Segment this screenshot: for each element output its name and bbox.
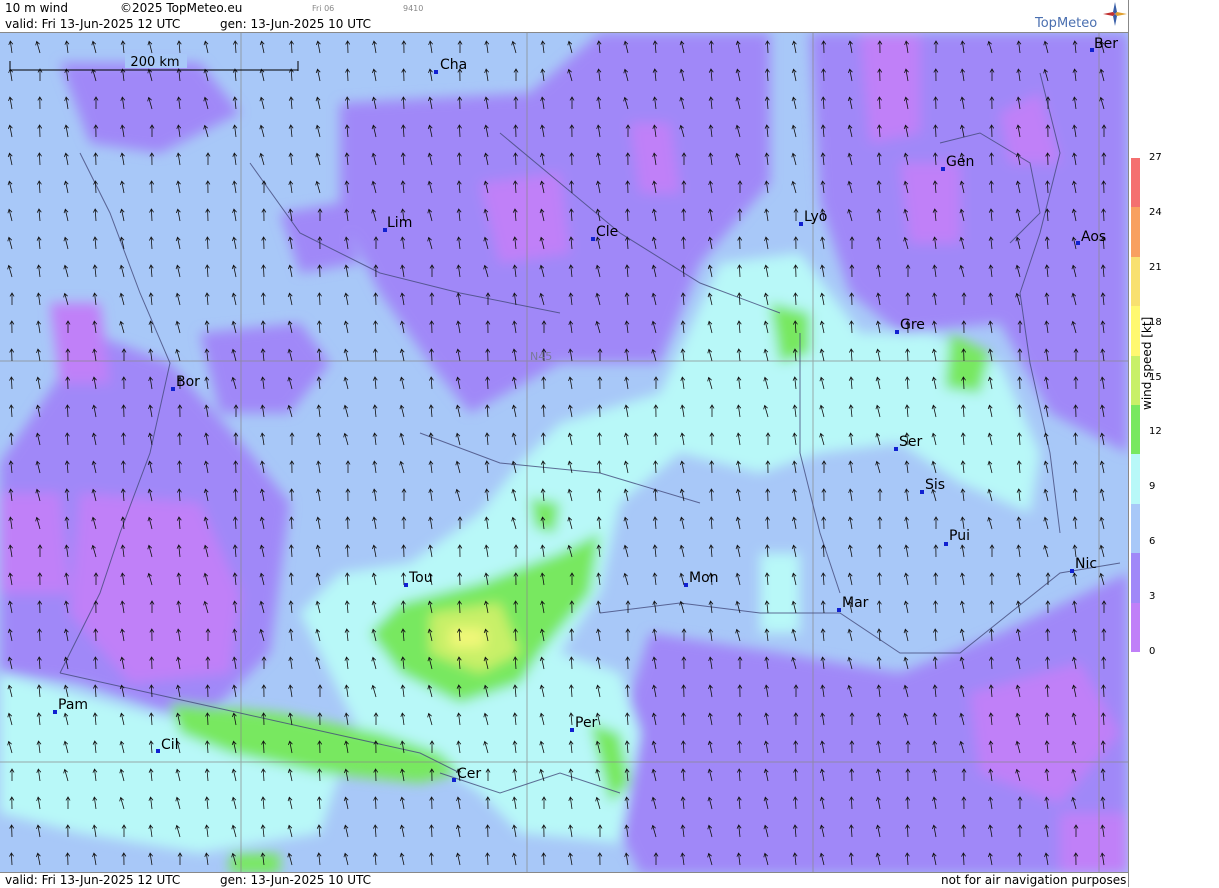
city-label-nic: Nic (1075, 556, 1097, 572)
city-marker (920, 490, 924, 494)
day-label: Fri 06 (312, 4, 335, 13)
city-label-pui: Pui (949, 528, 970, 544)
colorbar-segment (1131, 355, 1140, 405)
city-label-aos: Aos (1081, 229, 1106, 245)
legend-tick-label: 3 (1149, 591, 1156, 603)
legend-tick-label: 27 (1149, 152, 1162, 163)
footer-valid-time: valid: Fri 13-Jun-2025 12 UTC (5, 873, 181, 887)
footer-generation-time: gen: 13-Jun-2025 10 UTC (220, 873, 372, 887)
city-marker (434, 70, 438, 74)
legend-tick-label: 24 (1149, 206, 1162, 218)
city-marker (452, 778, 456, 782)
legend-panel (1128, 0, 1219, 887)
city-label-cha: Cha (440, 57, 467, 73)
city-label-ser: Ser (899, 434, 923, 450)
city-label-cle: Cle (596, 224, 618, 240)
wind-map[interactable]: 200 km N45 Cha Ber Lim Cle Lyo Gen Aos G… (0, 32, 1128, 874)
scale-label: 200 km (130, 55, 179, 70)
city-marker (684, 583, 688, 587)
compass-logo-icon (1103, 2, 1127, 26)
city-marker (1076, 241, 1080, 245)
city-marker (941, 167, 945, 171)
city-label-cer: Cer (457, 766, 481, 782)
colorbar-segment (1131, 256, 1140, 307)
city-label-gen: Gen (946, 154, 974, 170)
colorbar-segment (1131, 306, 1140, 356)
city-label-sis: Sis (925, 477, 945, 493)
copyright: ©2025 TopMeteo.eu (120, 1, 243, 15)
colorbar-segment (1131, 207, 1140, 257)
colorbar-segment (1131, 158, 1140, 208)
topmeteo-logo: TopMeteo (1035, 16, 1097, 31)
city-marker (799, 222, 803, 226)
map-footer: valid: Fri 13-Jun-2025 12 UTC gen: 13-Ju… (0, 872, 1128, 888)
product-title: 10 m wind (5, 1, 68, 15)
city-label-gre: Gre (900, 317, 925, 333)
code-label: 9410 (403, 4, 424, 13)
colorbar-segment (1131, 404, 1140, 455)
city-marker (156, 749, 160, 753)
city-label-mar: Mar (842, 595, 869, 611)
city-label-ber: Ber (1094, 36, 1118, 52)
wind-speed-colorbar (1131, 158, 1140, 652)
city-marker (837, 608, 841, 612)
city-label-pam: Pam (58, 697, 88, 713)
legend-title: wind speed [kt] (1140, 316, 1154, 410)
city-label-lim: Lim (387, 215, 412, 231)
wind-map-canvas: 200 km N45 Cha Ber Lim Cle Lyo Gen Aos G… (0, 33, 1128, 874)
city-label-bor: Bor (176, 374, 200, 390)
legend-tick-label: 6 (1149, 536, 1156, 548)
city-label-mon: Mon (689, 570, 719, 586)
logo-text: TopMeteo (1035, 16, 1098, 31)
generation-time: gen: 13-Jun-2025 10 UTC (220, 17, 372, 31)
city-label-cil: Cil (161, 737, 179, 753)
latitude-label: N45 (530, 350, 552, 363)
map-header: 10 m wind ©2025 TopMeteo.eu Fri 06 9410 … (0, 0, 1128, 32)
legend-tick-label: 0 (1149, 646, 1156, 657)
colorbar-segment (1131, 503, 1140, 554)
legend-tick-label: 12 (1149, 426, 1162, 438)
legend-tick-label: 9 (1149, 481, 1156, 493)
city-marker (53, 710, 57, 714)
city-label-tou: Tou (408, 570, 433, 586)
colorbar-segment (1131, 454, 1140, 504)
city-marker (1070, 569, 1074, 573)
city-marker (591, 237, 595, 241)
city-marker (171, 387, 175, 391)
city-label-lyo: Lyo (804, 209, 827, 225)
valid-time: valid: Fri 13-Jun-2025 12 UTC (5, 17, 181, 31)
city-marker (944, 542, 948, 546)
city-marker (895, 330, 899, 334)
colorbar-segment (1131, 602, 1140, 652)
disclaimer: not for air navigation purposes (941, 873, 1127, 887)
city-marker (570, 728, 574, 732)
colorbar-segment (1131, 553, 1140, 603)
legend-tick-label: 21 (1149, 261, 1162, 273)
city-marker (894, 447, 898, 451)
city-label-per: Per (575, 715, 598, 731)
city-marker (404, 583, 408, 587)
